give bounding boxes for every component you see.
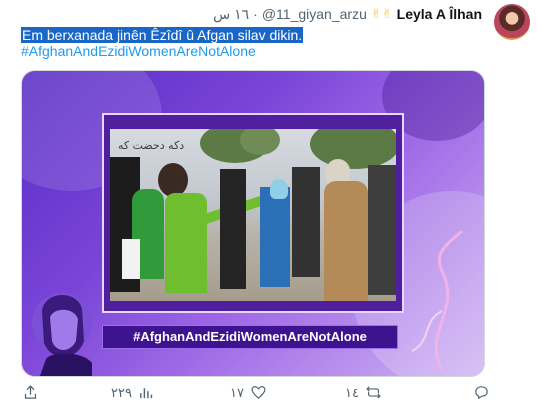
media-hashtag-strip: #AfghanAndEzidiWomenAreNotAlone — [102, 325, 398, 349]
author-handle[interactable]: @11_giyan_arzu — [262, 6, 367, 22]
avatar[interactable] — [494, 4, 530, 40]
views-button[interactable]: ٢٢٩ — [111, 384, 155, 401]
separator: · — [253, 6, 258, 22]
author-name[interactable]: Leyla A Îlhan — [397, 6, 482, 22]
views-count: ٢٢٩ — [111, 384, 132, 400]
reply-button[interactable] — [467, 384, 490, 401]
like-button[interactable]: ١٧ — [230, 384, 267, 401]
tweet-text-selected: Em berxanada jinên Êzîdî û Afgan silav d… — [21, 27, 304, 43]
retweet-icon — [366, 386, 381, 399]
tweet-header: ١٦ س · @11_giyan_arzu ✌✌ Leyla A Îlhan — [213, 5, 482, 23]
reply-icon — [475, 386, 488, 400]
tweet[interactable]: ١٦ س · @11_giyan_arzu ✌✌ Leyla A Îlhan E… — [0, 0, 538, 406]
views-icon — [140, 388, 153, 399]
retweet-button[interactable]: ١٤ — [345, 384, 382, 401]
author-emoji: ✌✌ — [370, 6, 393, 21]
photo-banner-text: دکه دحضت که — [118, 139, 185, 152]
tweet-media[interactable]: دکه دحضت که #AfghanAndEzidiWomenAreNotAl… — [21, 70, 485, 377]
retweet-count: ١٤ — [345, 384, 359, 400]
hashtag-link[interactable]: #AfghanAndEzidiWomenAreNotAlone — [21, 43, 256, 60]
portrait-illustration — [32, 293, 92, 376]
share-icon — [24, 385, 37, 399]
tweet-text: Em berxanada jinên Êzîdî û Afgan silav d… — [21, 27, 304, 44]
tweet-time[interactable]: ١٦ س — [213, 6, 249, 23]
share-button[interactable] — [22, 384, 45, 401]
like-icon — [251, 386, 266, 399]
protest-photo: دکه دحضت که — [110, 129, 396, 301]
media-photo-frame: دکه دحضت که — [102, 113, 404, 313]
like-count: ١٧ — [230, 384, 244, 400]
tweet-actions: ٢٢٩ ١٧ ١٤ — [0, 378, 538, 406]
